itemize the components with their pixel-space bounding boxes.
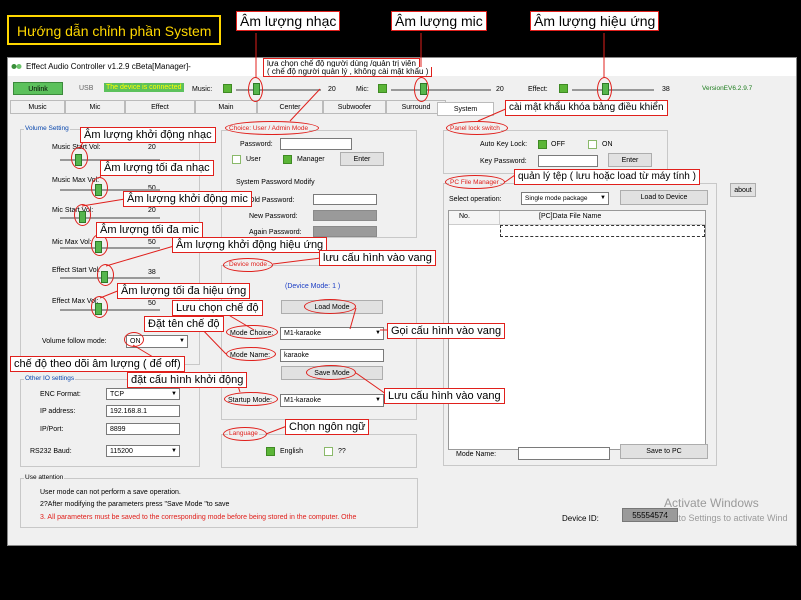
annotation-mode-name: Đặt tên chế độ — [144, 316, 224, 332]
annotation-effect-start: Âm lượng khởi động hiệu ứng — [172, 237, 328, 253]
annotation-music-start: Âm lượng khởi động nhạc — [80, 127, 216, 143]
annotation-mic-volume: Âm lượng mic — [391, 11, 487, 31]
annotation-mic-start: Âm lượng khởi động mic — [123, 191, 252, 207]
annotation-effect-max: Âm lượng tối đa hiệu ứng — [117, 283, 251, 299]
annotation-file-manager: quản lý tệp ( lưu hoặc load từ máy tính … — [514, 169, 700, 185]
annotation-music-max: Âm lượng tối đa nhạc — [100, 160, 214, 176]
annotation-load-config: Gọi cấu hình vào vang — [387, 323, 506, 339]
annotation-save-choice: Lưu chọn chế độ — [172, 300, 263, 316]
annotation-device-mode: lưu cấu hình vào vang — [319, 250, 436, 266]
annotation-lines — [79, 33, 605, 435]
annotation-follow-mode: chế độ theo dõi âm lượng ( để off) — [10, 356, 185, 372]
annotation-music-volume: Âm lượng nhạc — [236, 11, 341, 31]
annotation-language: Chọn ngôn ngữ — [285, 419, 370, 435]
annotation-user-admin-line2: ( chế độ người quản lý , không cài mật k… — [263, 67, 433, 77]
annotation-effect-volume: Âm lượng hiệu ứng — [530, 11, 660, 31]
annotation-panel-lock: cài mật khẩu khóa bảng điều khiển — [505, 100, 668, 116]
annotation-startup-mode: đặt cấu hình khởi động — [127, 372, 248, 388]
annotation-save-config: Lưu cấu hình vào vang — [384, 388, 505, 404]
annotation-mic-max: Âm lượng tối đa mic — [96, 222, 203, 238]
